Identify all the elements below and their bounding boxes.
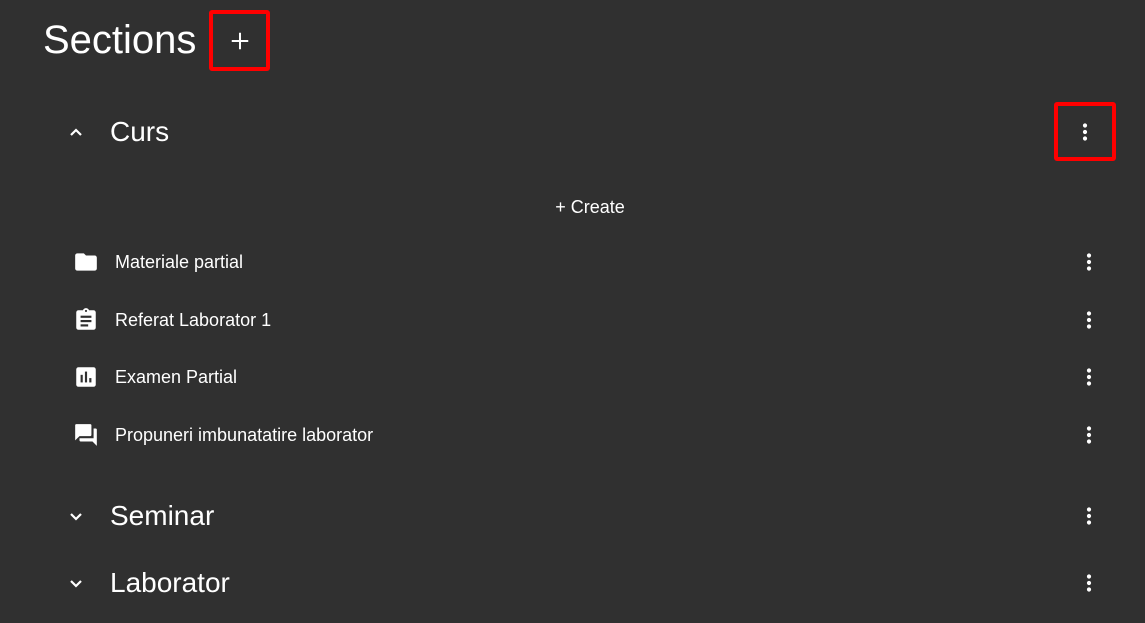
more-vert-icon [1086,574,1092,592]
section-title[interactable]: Curs [110,115,169,149]
item-label[interactable]: Materiale partial [115,250,243,274]
chevron-down-icon[interactable] [64,504,88,528]
create-item-button[interactable]: + Create [0,195,1145,219]
item-options-button[interactable] [1077,423,1101,447]
bar-chart-icon [73,364,99,390]
sections-page: Sections Curs + Create Materiale partial [0,0,1145,623]
item-label[interactable]: Examen Partial [115,365,237,389]
assignment-icon [73,307,99,333]
list-item[interactable]: Referat Laborator 1 [0,300,1145,340]
section-header-curs: Curs [0,102,1145,161]
section-options-button[interactable] [1077,504,1101,528]
more-vert-icon [1086,253,1092,271]
more-vert-icon [1082,122,1088,141]
item-label[interactable]: Referat Laborator 1 [115,308,271,332]
list-item[interactable]: Materiale partial [0,242,1145,282]
item-options-button[interactable] [1077,250,1101,274]
list-item[interactable]: Propuneri imbunatatire laborator [0,415,1145,455]
item-label[interactable]: Propuneri imbunatatire laborator [115,423,373,447]
page-title: Sections [43,18,197,62]
section-title[interactable]: Laborator [110,566,230,600]
more-vert-icon [1086,368,1092,386]
add-section-button[interactable] [209,10,270,71]
more-vert-icon [1086,426,1092,444]
more-vert-icon [1086,507,1092,525]
section-options-button[interactable] [1054,102,1116,161]
item-options-button[interactable] [1077,308,1101,332]
more-vert-icon [1086,311,1092,329]
section-title[interactable]: Seminar [110,499,214,533]
chevron-down-icon[interactable] [64,571,88,595]
folder-icon [73,249,99,275]
plus-icon [231,32,248,49]
section-header-seminar: Seminar [0,492,1145,540]
section-header-laborator: Laborator [0,559,1145,607]
item-options-button[interactable] [1077,365,1101,389]
section-options-button[interactable] [1077,571,1101,595]
chevron-up-icon[interactable] [64,120,88,144]
forum-icon [73,422,99,448]
list-item[interactable]: Examen Partial [0,357,1145,397]
